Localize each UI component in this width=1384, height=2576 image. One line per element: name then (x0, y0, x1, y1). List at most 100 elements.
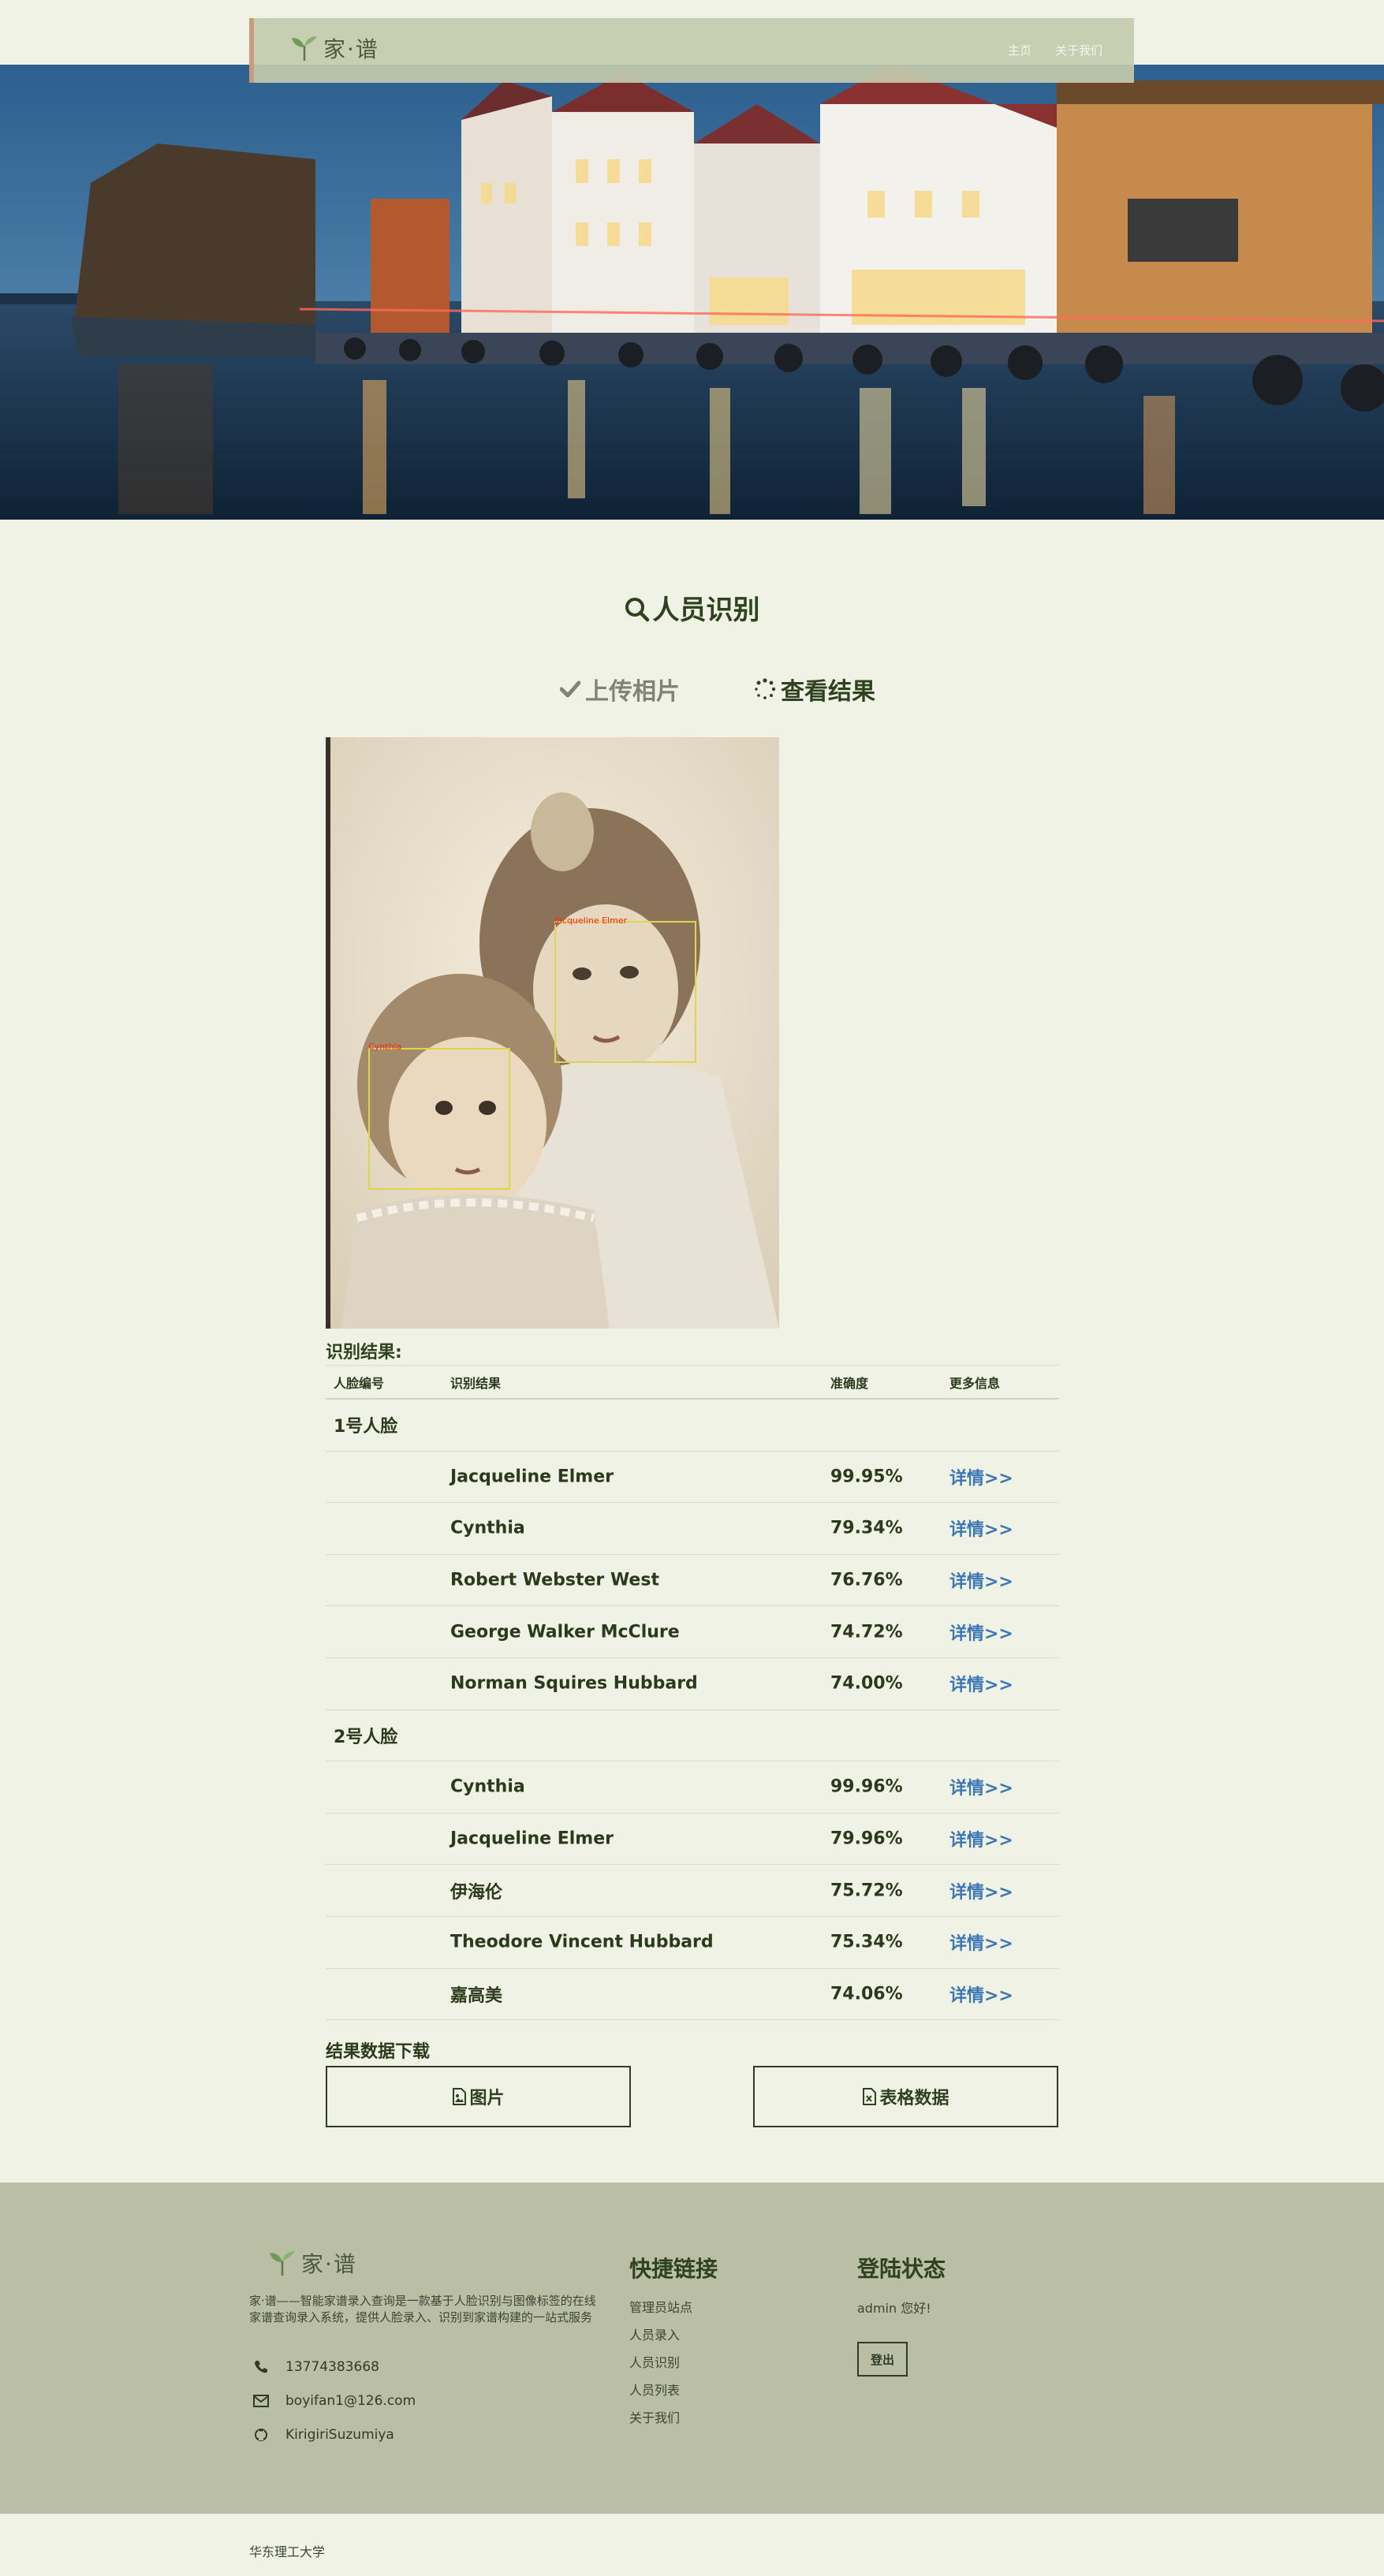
result-score: 74.00% (830, 1673, 903, 1694)
bottom-bar: 华东理工大学 (0, 2514, 1384, 2576)
footer-email: boyifan1@126.com (249, 2393, 416, 2409)
footer-phone: 13774383668 (249, 2359, 379, 2375)
phone-text: 13774383668 (285, 2359, 379, 2375)
face-group-label: 2号人脸 (334, 1727, 398, 1747)
email-text: boyifan1@126.com (285, 2393, 416, 2409)
result-score: 75.72% (830, 1881, 903, 1901)
result-name: 嘉高美 (450, 1985, 503, 2006)
step-upload[interactable]: 上传相片 (560, 672, 680, 706)
spinner-icon (755, 678, 776, 699)
github-icon (255, 2429, 267, 2441)
table-row: Cynthia 99.96% 详情>> (326, 1761, 1059, 1814)
detail-link[interactable]: 详情>> (949, 1826, 1013, 1851)
portrait-image (326, 737, 779, 1329)
results-title: 识别结果: (326, 1343, 402, 1363)
face-group-row: 2号人脸 (326, 1710, 1059, 1762)
detail-link[interactable]: 详情>> (949, 1464, 1013, 1489)
image-file-icon (453, 2088, 467, 2105)
site-logo[interactable]: 家·谱 (290, 32, 379, 64)
quick-link-person-entry[interactable]: 人员录入 (629, 2327, 692, 2343)
login-status-text: admin 您好! (857, 2301, 931, 2316)
result-photo: Jacqueline Elmer Cynthia (326, 737, 779, 1329)
detail-link[interactable]: 详情>> (949, 1671, 1013, 1696)
header-accuracy: 准确度 (830, 1375, 869, 1391)
download-table-button[interactable]: 表格数据 (753, 2066, 1058, 2127)
result-score: 99.95% (830, 1467, 903, 1487)
quick-links-title: 快捷链接 (629, 2256, 718, 2282)
footer-github: KirigiriSuzumiya (249, 2427, 394, 2443)
download-table-label: 表格数据 (879, 2089, 949, 2108)
detail-link[interactable]: 详情>> (949, 1620, 1013, 1645)
footer-description: 家·谱——智能家谱录入查询是一款基于人脸识别与图像标签的在线家谱查询录入系统，提… (249, 2294, 596, 2324)
result-name: George Walker McClure (450, 1622, 680, 1642)
table-row: George Walker McClure 74.72% 详情>> (326, 1606, 1059, 1658)
detail-link[interactable]: 详情>> (949, 1568, 1013, 1593)
result-name: Robert Webster West (450, 1570, 659, 1590)
result-name: Norman Squires Hubbard (450, 1673, 698, 1694)
search-icon (625, 598, 649, 622)
result-score: 76.76% (830, 1570, 903, 1590)
table-row: 伊海伦 75.72% 详情>> (326, 1865, 1059, 1917)
table-row: 嘉高美 74.06% 详情>> (326, 1969, 1059, 2021)
face-label-1: Jacqueline Elmer (554, 915, 628, 926)
result-name: Jacqueline Elmer (450, 1829, 614, 1849)
footer-logo[interactable]: 家·谱 (268, 2247, 357, 2279)
table-row: Norman Squires Hubbard 74.00% 详情>> (326, 1658, 1059, 1710)
table-row: Jacqueline Elmer 79.96% 详情>> (326, 1814, 1059, 1866)
sprout-icon (292, 36, 317, 61)
step-upload-label: 上传相片 (585, 678, 680, 706)
quick-link-about[interactable]: 关于我们 (629, 2410, 692, 2426)
result-score: 74.72% (830, 1622, 903, 1642)
table-row: Cynthia 79.34% 详情>> (326, 1503, 1059, 1555)
table-header: 人脸编号 识别结果 准确度 更多信息 (326, 1365, 1059, 1400)
quick-link-person-recognition[interactable]: 人员识别 (629, 2354, 692, 2371)
result-score: 99.96% (830, 1776, 903, 1797)
table-row: Theodore Vincent Hubbard 75.34% 详情>> (326, 1917, 1059, 1969)
hero-banner (0, 65, 1384, 520)
logo-text: 家·谱 (323, 36, 379, 62)
quick-link-admin[interactable]: 管理员站点 (629, 2299, 692, 2316)
harbor-town-image (0, 65, 1384, 520)
quick-links: 管理员站点 人员录入 人员识别 人员列表 关于我们 (629, 2299, 692, 2426)
result-score: 79.34% (830, 1518, 903, 1538)
table-row: Jacqueline Elmer 99.95% 详情>> (326, 1452, 1059, 1504)
face-group-row: 1号人脸 (326, 1400, 1059, 1452)
face-box-2 (368, 1048, 510, 1190)
result-name: Cynthia (450, 1518, 525, 1538)
step-result[interactable]: 查看结果 (754, 672, 875, 706)
step-indicator: 上传相片 查看结果 (0, 672, 1384, 711)
footer-logo-text: 家·谱 (301, 2251, 357, 2277)
sprout-icon (270, 2251, 295, 2276)
envelope-icon (253, 2395, 269, 2407)
page-title-text: 人员识别 (652, 595, 760, 626)
header-result: 识别结果 (450, 1375, 502, 1391)
step-result-label: 查看结果 (781, 678, 875, 706)
detail-link[interactable]: 详情>> (949, 1981, 1013, 2007)
check-icon (560, 680, 580, 698)
detail-link[interactable]: 详情>> (949, 1878, 1013, 1903)
nav-link-about[interactable]: 关于我们 (1055, 42, 1102, 58)
copyright-text: 华东理工大学 (249, 2544, 326, 2559)
detail-link[interactable]: 详情>> (949, 1515, 1013, 1541)
footer: 家·谱 家·谱——智能家谱录入查询是一款基于人脸识别与图像标签的在线家谱查询录入… (0, 2183, 1384, 2514)
result-score: 79.96% (830, 1829, 903, 1849)
results-table: 人脸编号 识别结果 准确度 更多信息 1号人脸 Jacqueline Elmer… (326, 1365, 1059, 2021)
header-more-info: 更多信息 (949, 1375, 1001, 1391)
result-name: 伊海伦 (450, 1882, 503, 1903)
detail-link[interactable]: 详情>> (949, 1774, 1013, 1799)
logout-button[interactable]: 登出 (857, 2342, 908, 2377)
github-text: KirigiriSuzumiya (285, 2427, 394, 2443)
download-image-label: 图片 (469, 2089, 505, 2108)
face-group-label: 1号人脸 (334, 1417, 398, 1437)
detail-link[interactable]: 详情>> (949, 1929, 1013, 1955)
quick-link-person-list[interactable]: 人员列表 (629, 2382, 692, 2399)
download-image-button[interactable]: 图片 (326, 2066, 631, 2127)
nav-link-home[interactable]: 主页 (1008, 42, 1031, 58)
result-score: 74.06% (830, 1984, 903, 2004)
face-box-1 (554, 921, 696, 1063)
phone-icon (255, 2361, 267, 2373)
result-name: Theodore Vincent Hubbard (450, 1932, 714, 1952)
face-label-2: Cynthia (368, 1042, 402, 1052)
result-name: Jacqueline Elmer (450, 1467, 614, 1487)
header-face-id: 人脸编号 (334, 1375, 385, 1391)
